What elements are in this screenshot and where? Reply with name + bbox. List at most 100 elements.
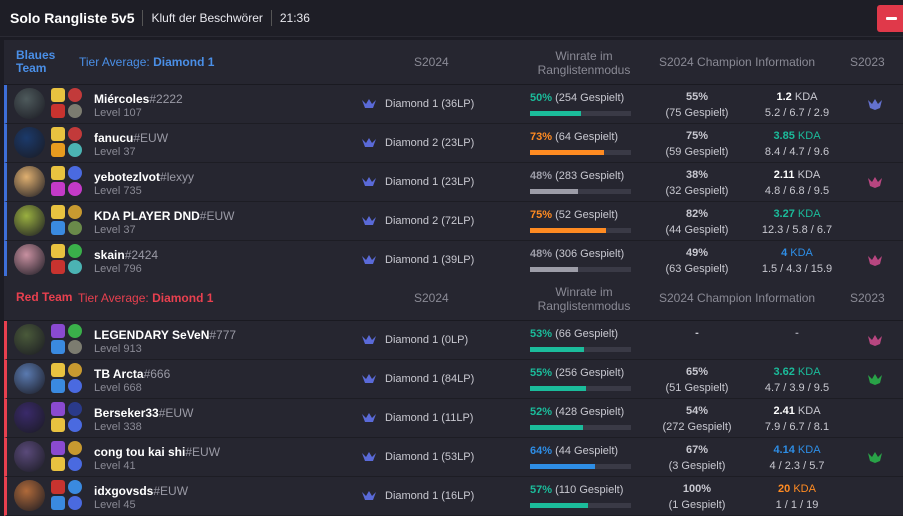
player-tag: #EUW <box>158 406 194 420</box>
player-name[interactable]: idxgovsds#EUW <box>94 484 188 498</box>
player-name[interactable]: Miércoles#2222 <box>94 92 183 106</box>
winrate-text: 48% (306 Gespielt) <box>530 248 624 260</box>
winrate-text: 52% (428 Gespielt) <box>530 406 624 418</box>
map-name: Kluft der Beschwörer <box>151 11 263 25</box>
rune-icon <box>68 441 82 455</box>
kda-detail: 8.4 / 4.7 / 9.6 <box>764 146 830 158</box>
tier-label: Tier Average: <box>79 55 150 69</box>
kda-value: 2.11 <box>773 169 795 181</box>
player-name[interactable]: fanucu#EUW <box>94 131 168 145</box>
game-time: 21:36 <box>279 11 310 25</box>
kda-suffix: KDA <box>797 169 821 181</box>
runes <box>68 166 82 198</box>
winrate-column-header: Winrate im Ranglistenmodus <box>537 285 631 313</box>
winrate-bar-fill <box>530 464 595 469</box>
champion-avatar[interactable] <box>14 324 45 355</box>
rune-icon <box>68 260 82 274</box>
champion-avatar[interactable] <box>14 88 45 119</box>
kda-detail: 7.9 / 6.7 / 8.1 <box>764 421 830 433</box>
champion-avatar[interactable] <box>14 244 45 275</box>
kda-detail: 4.8 / 6.8 / 9.5 <box>764 185 830 197</box>
player-name[interactable]: TB Arcta#666 <box>94 367 170 381</box>
champion-column-header: S2024 Champion Information <box>659 55 816 69</box>
winrate-bar <box>530 267 631 272</box>
player-row[interactable]: LEGENDARY SeVeN#777 Level 913 Diamond 1 (0… <box>4 321 903 360</box>
summoner-spell-icon <box>51 104 65 118</box>
winrate-bar-fill <box>530 347 584 352</box>
player-name[interactable]: cong tou kai shi#EUW <box>94 445 220 459</box>
season-column-header: S2024 <box>414 291 449 305</box>
winrate-text: 64% (44 Gespielt) <box>530 445 618 457</box>
winrate-bar-fill <box>530 503 588 508</box>
summoner-spell-icon <box>51 182 65 196</box>
rank-text: Diamond 1 (53LP) <box>385 451 475 463</box>
summoner-spell-icon <box>51 88 65 102</box>
player-name[interactable]: LEGENDARY SeVeN#777 <box>94 328 236 342</box>
winrate-bar <box>530 464 631 469</box>
player-row[interactable]: Berseker33#EUW Level 338 Diamond 1 (11LP) 5… <box>4 399 903 438</box>
player-row[interactable]: KDA PLAYER DND#EUW Level 37 Diamond 2 (72L… <box>4 202 903 241</box>
kda-summary: 4 KDA <box>742 247 852 259</box>
winrate-bar <box>530 503 631 508</box>
diamond-rank-icon <box>362 255 376 264</box>
player-row[interactable]: TB Arcta#666 Level 668 Diamond 1 (84LP) 55%… <box>4 360 903 399</box>
kda-suffix: KDA <box>790 247 813 259</box>
player-row[interactable]: skain#2424 Level 796 Diamond 1 (39LP) 48% (… <box>4 241 903 280</box>
kda-detail: 4.7 / 3.9 / 9.5 <box>764 382 830 394</box>
champion-avatar[interactable] <box>14 205 45 236</box>
winrate-games: (44 Gespielt) <box>555 445 619 457</box>
summoner-spells <box>51 127 65 159</box>
player-row[interactable]: Miércoles#2222 Level 107 Diamond 1 (36LP) 5… <box>4 85 903 124</box>
winrate-percent: 57% <box>530 484 553 496</box>
winrate-percent: 52% <box>530 406 553 418</box>
player-row[interactable]: yebotezlvot#lexyy Level 735 Diamond 1 (23L… <box>4 163 903 202</box>
player-tag: #777 <box>209 328 237 342</box>
champion-avatar[interactable] <box>14 402 45 433</box>
winrate-bar-fill <box>530 189 579 194</box>
rune-icon <box>68 324 82 338</box>
rune-icon <box>68 457 82 471</box>
rune-icon <box>68 182 82 196</box>
champion-games: (75 Gespielt) <box>665 107 729 119</box>
champion-games: (51 Gespielt) <box>665 382 729 394</box>
player-row[interactable]: fanucu#EUW Level 37 Diamond 2 (23LP) 73% (6… <box>4 124 903 163</box>
diamond-rank-icon <box>362 491 376 500</box>
rank-text: Diamond 1 (0LP) <box>385 334 469 346</box>
runes <box>68 324 82 356</box>
player-tag: #EUW <box>153 484 189 498</box>
winrate-bar-fill <box>530 150 604 155</box>
tier-label: Tier Average: <box>78 291 149 305</box>
kda-detail: 1.5 / 4.3 / 15.9 <box>761 263 833 275</box>
rank-text: Diamond 1 (39LP) <box>385 254 475 266</box>
kda-detail: 1 / 1 / 19 <box>775 499 819 511</box>
summoner-spells <box>51 480 65 512</box>
champion-avatar[interactable] <box>14 363 45 394</box>
winrate-column-header: Winrate im Ranglistenmodus <box>537 49 631 77</box>
player-row[interactable]: idxgovsds#EUW Level 45 Diamond 1 (16LP) 57%… <box>4 477 903 516</box>
winrate-text: 57% (110 Gespielt) <box>530 484 623 496</box>
collapse-button[interactable] <box>877 5 903 32</box>
player-name[interactable]: KDA PLAYER DND#EUW <box>94 209 234 223</box>
prev-season-column-header: S2023 <box>850 291 885 305</box>
champion-games: (59 Gespielt) <box>665 146 729 158</box>
summoner-spell-icon <box>51 166 65 180</box>
kda-value: 1.2 <box>776 91 792 103</box>
player-level: Level 37 <box>94 224 136 236</box>
champion-games: (44 Gespielt) <box>665 224 729 236</box>
player-level: Level 41 <box>94 460 136 472</box>
player-name[interactable]: skain#2424 <box>94 248 158 262</box>
champion-winrate: 100% <box>682 483 712 495</box>
player-name[interactable]: yebotezlvot#lexyy <box>94 170 194 184</box>
kda-suffix: KDA <box>797 130 821 142</box>
player-name[interactable]: Berseker33#EUW <box>94 406 193 420</box>
champion-avatar[interactable] <box>14 441 45 472</box>
player-tag: #EUW <box>199 209 235 223</box>
kda-detail: 5.2 / 6.7 / 2.9 <box>764 107 830 119</box>
player-row[interactable]: cong tou kai shi#EUW Level 41 Diamond 1 (5… <box>4 438 903 477</box>
champion-games: (3 Gespielt) <box>668 460 726 472</box>
champion-avatar[interactable] <box>14 166 45 197</box>
winrate-games: (66 Gespielt) <box>555 328 619 340</box>
champion-avatar[interactable] <box>14 127 45 158</box>
champion-winrate: 65% <box>685 366 709 378</box>
champion-avatar[interactable] <box>14 480 45 511</box>
